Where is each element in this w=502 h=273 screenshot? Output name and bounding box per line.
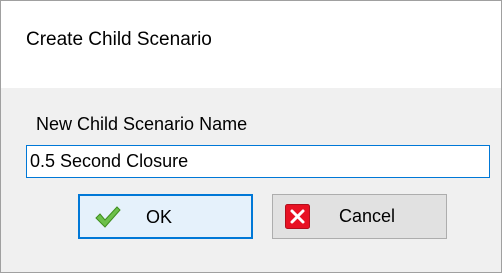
- dialog-titlebar: Create Child Scenario: [1, 1, 501, 88]
- cancel-button[interactable]: Cancel: [272, 194, 447, 239]
- cancel-button-label: Cancel: [339, 206, 396, 226]
- checkmark-icon: [95, 206, 121, 228]
- dialog-title: Create Child Scenario: [26, 29, 212, 50]
- ok-button-label: OK: [146, 207, 173, 227]
- ok-button[interactable]: OK: [78, 194, 253, 239]
- create-child-scenario-dialog: Create Child Scenario New Child Scenario…: [0, 0, 502, 273]
- close-icon: [285, 204, 310, 229]
- scenario-name-label: New Child Scenario Name: [36, 114, 248, 134]
- scenario-name-input[interactable]: [26, 145, 490, 178]
